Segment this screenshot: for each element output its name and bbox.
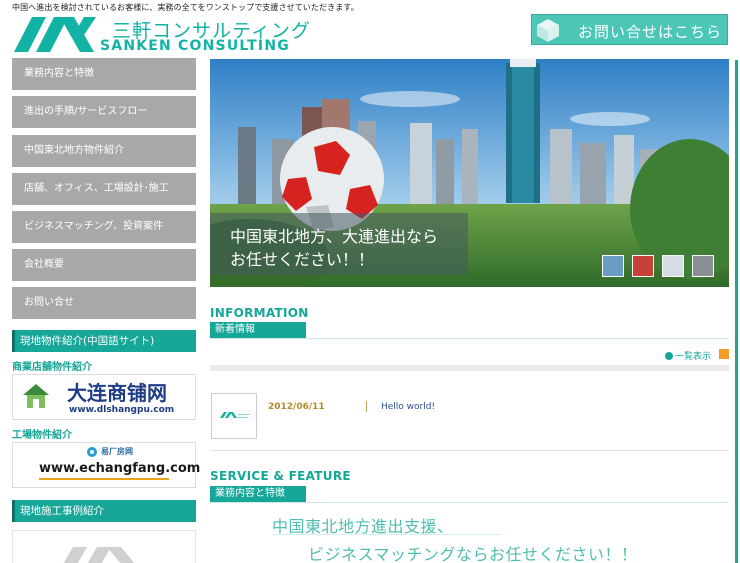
service-rule (210, 502, 729, 503)
nav-item-properties[interactable]: 中国東北地方物件紹介 (12, 135, 196, 167)
hero-slideshow[interactable]: 中国東北地方、大連進出なら お任せください！！ (210, 59, 729, 287)
news-rule (210, 450, 729, 451)
nav-item-matching[interactable]: ビジネスマッチング、投資案件 (12, 211, 196, 243)
view-all-label: 一覧表示 (675, 352, 712, 362)
hero-thumb-3[interactable] (662, 255, 684, 277)
house-icon (23, 384, 49, 408)
hero-thumb-4[interactable] (692, 255, 714, 277)
news-thumb-logo-icon (220, 412, 250, 418)
nav-item-company[interactable]: 会社概要 (12, 249, 196, 281)
echangfang-banner[interactable]: 易厂房网 www.echangfang.com (12, 442, 200, 488)
dlshangpu-title: 大连商铺网 (67, 381, 167, 405)
news-title-link[interactable]: Hello world! (381, 402, 435, 412)
logo-text-en: SANKEN CONSULTING (100, 38, 290, 54)
service-subtitle: 業務内容と特徴 (210, 486, 306, 502)
hero-thumb-1[interactable] (602, 255, 624, 277)
service-slogan-line2: ビジネスマッチングならお任せください！！ (308, 545, 638, 563)
nav-item-services[interactable]: 業務内容と特徴 (12, 58, 196, 90)
construction-banner[interactable] (12, 530, 196, 563)
hero-caption: 中国東北地方、大連進出なら お任せください！！ (210, 213, 468, 275)
information-subtitle: 新着情報 (210, 322, 306, 338)
site-logo[interactable]: 三軒コンサルティング SANKEN CONSULTING (12, 16, 310, 54)
hero-caption-line2: お任せください！！ (230, 250, 375, 269)
contact-button-label: お問い合せはこちら (578, 23, 723, 41)
echangfang-title: 易厂房网 (101, 447, 133, 456)
news-divider-bar (210, 365, 729, 371)
nav-item-contact[interactable]: お問い合せ (12, 287, 196, 319)
rss-icon[interactable] (719, 349, 729, 359)
echangfang-url: www.echangfang.com (39, 461, 201, 476)
slogan-underline-1 (272, 534, 502, 535)
information-title: INFORMATION (210, 306, 309, 320)
information-rule (210, 338, 729, 339)
hero-thumb-2[interactable] (632, 255, 654, 277)
arrow-circle-icon (665, 352, 673, 360)
local-properties-heading: 現地物件紹介(中国語サイト) (12, 330, 196, 352)
construction-logo-icon (63, 547, 135, 563)
dlshangpu-banner[interactable]: 大连商铺网 www.dlshangpu.com (12, 374, 196, 420)
echangfang-underline (39, 478, 169, 480)
service-title: SERVICE & FEATURE (210, 469, 351, 483)
news-separator (366, 401, 367, 412)
nav-item-flow[interactable]: 進出の手順/サービスフロー (12, 96, 196, 128)
factory-properties-label: 工場物件紹介 (12, 430, 72, 441)
construction-cases-heading: 現地施工事例紹介 (12, 500, 196, 522)
contact-button[interactable]: お問い合せはこちら (531, 14, 728, 45)
hero-caption-line1: 中国東北地方、大連進出なら (230, 227, 439, 246)
dlshangpu-url: www.dlshangpu.com (69, 405, 175, 415)
shop-properties-label: 商業店舗物件紹介 (12, 362, 92, 373)
news-thumbnail[interactable] (211, 393, 257, 439)
logo-mark-icon (14, 17, 96, 52)
header-tagline: 中国へ進出を検討されているお客様に、実務の全てをワンストップで支援させていただき… (12, 3, 359, 12)
view-all-link[interactable]: 一覧表示 (665, 349, 711, 362)
cube-icon (537, 19, 559, 42)
right-border (735, 60, 738, 563)
echangfang-logo-icon (87, 447, 97, 457)
nav-item-design[interactable]: 店舗、オフィス、工場設計･施工 (12, 173, 196, 205)
news-date: 2012/06/11 (268, 402, 325, 412)
